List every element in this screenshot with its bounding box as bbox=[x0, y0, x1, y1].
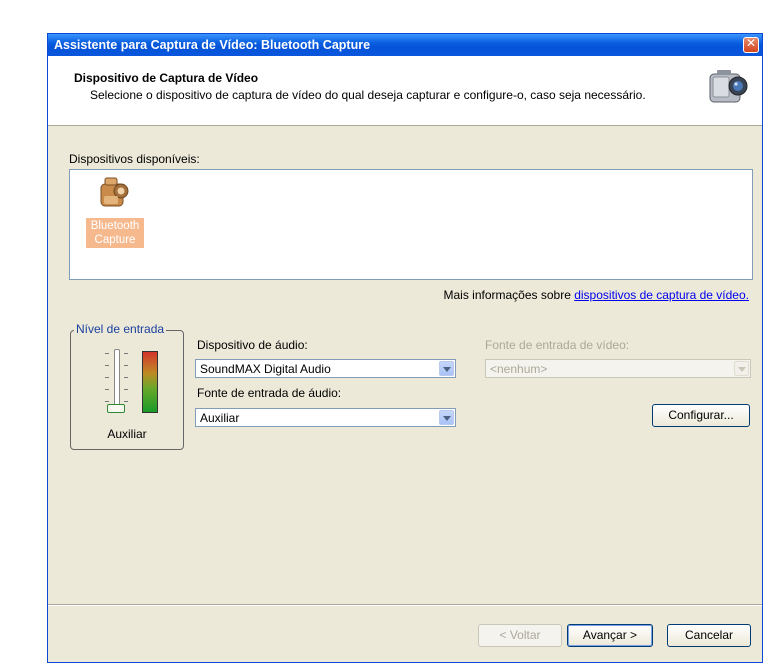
input-level-legend: Nível de entrada bbox=[74, 322, 167, 336]
back-button[interactable]: < Voltar bbox=[478, 624, 562, 647]
input-level-caption: Auxiliar bbox=[107, 427, 147, 441]
device-label: Bluetooth Capture bbox=[86, 218, 144, 248]
chevron-down-icon[interactable] bbox=[734, 361, 749, 376]
footer-divider bbox=[48, 604, 762, 606]
cancel-button[interactable]: Cancelar bbox=[667, 624, 751, 647]
devices-label: Dispositivos disponíveis: bbox=[69, 152, 200, 166]
devices-list[interactable]: Bluetooth Capture bbox=[69, 169, 753, 280]
video-source-value: <nenhum> bbox=[490, 362, 548, 376]
input-level-meter bbox=[142, 351, 158, 413]
audio-device-value: SoundMAX Digital Audio bbox=[200, 362, 331, 376]
video-source-select[interactable]: <nenhum> bbox=[485, 359, 751, 378]
slider-tick bbox=[124, 401, 128, 402]
video-source-label: Fonte de entrada de vídeo: bbox=[485, 338, 630, 352]
audio-device-select[interactable]: SoundMAX Digital Audio bbox=[195, 359, 456, 378]
audio-device-label: Dispositivo de áudio: bbox=[197, 338, 308, 352]
video-camera-icon bbox=[709, 70, 748, 103]
slider-tick bbox=[124, 353, 128, 354]
slider-tick bbox=[124, 365, 128, 366]
slider-tick bbox=[105, 353, 109, 354]
audio-source-value: Auxiliar bbox=[200, 411, 240, 425]
slider-tick bbox=[105, 365, 109, 366]
wizard-header: Dispositivo de Captura de Vídeo Selecion… bbox=[48, 56, 762, 126]
close-icon: ✕ bbox=[745, 36, 757, 50]
page-title: Dispositivo de Captura de Vídeo bbox=[74, 71, 259, 85]
configure-button[interactable]: Configurar... bbox=[652, 404, 750, 427]
window-title: Assistente para Captura de Vídeo: Blueto… bbox=[54, 38, 371, 52]
next-button[interactable]: Avançar > bbox=[567, 624, 653, 647]
input-level-slider-thumb[interactable] bbox=[107, 404, 125, 414]
more-info: Mais informações sobre dispositivos de c… bbox=[444, 288, 750, 302]
capture-devices-link[interactable]: dispositivos de captura de vídeo. bbox=[574, 288, 749, 302]
audio-source-select[interactable]: Auxiliar bbox=[195, 408, 456, 427]
title-bar[interactable]: Assistente para Captura de Vídeo: Blueto… bbox=[48, 34, 762, 56]
slider-tick bbox=[105, 377, 109, 378]
device-item-bluetooth-capture[interactable]: Bluetooth Capture bbox=[83, 174, 147, 248]
slider-tick bbox=[105, 389, 109, 390]
chevron-down-icon[interactable] bbox=[439, 410, 454, 425]
close-button[interactable]: ✕ bbox=[743, 36, 759, 53]
slider-tick bbox=[124, 377, 128, 378]
wizard-window: Assistente para Captura de Vídeo: Blueto… bbox=[47, 33, 763, 663]
chevron-down-icon[interactable] bbox=[439, 361, 454, 376]
slider-tick bbox=[105, 401, 109, 402]
slider-tick bbox=[124, 389, 128, 390]
more-info-text: Mais informações sobre bbox=[443, 288, 575, 302]
audio-source-label: Fonte de entrada de áudio: bbox=[197, 386, 342, 400]
input-level-group: Nível de entrada Auxiliar bbox=[70, 322, 184, 450]
page-subtitle: Selecione o dispositivo de captura de ví… bbox=[90, 88, 646, 102]
camera-device-icon bbox=[100, 177, 129, 207]
